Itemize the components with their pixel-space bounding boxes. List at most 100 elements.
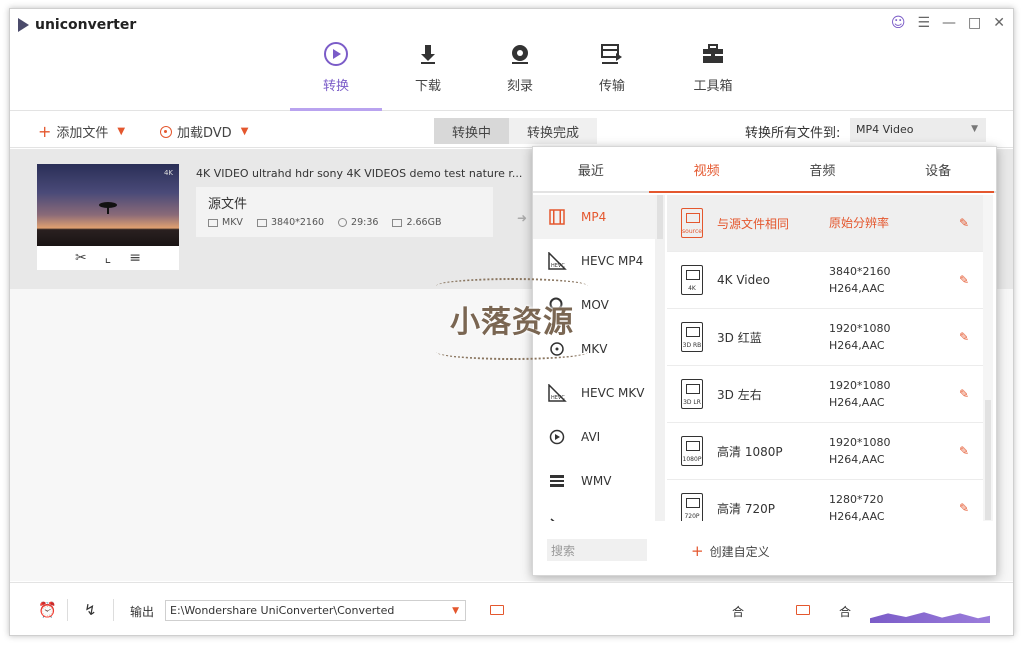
output-path-value: E:\Wondershare UniConverter\Converted	[170, 604, 395, 617]
preset-spec: 1920*1080 H264,AAC	[829, 320, 891, 354]
tab-video[interactable]: 视频	[649, 147, 765, 191]
video-thumbnail[interactable]: 4K	[37, 164, 179, 246]
plus-icon: +	[38, 122, 52, 141]
scrollbar-thumb[interactable]	[657, 195, 663, 239]
preset-codec: H264,AAC	[829, 510, 885, 521]
format-item-mp4[interactable]: MP4	[533, 195, 655, 239]
format-item-wmv[interactable]: WMV	[533, 459, 655, 503]
edit-icon[interactable]: ✎	[959, 501, 969, 515]
convert-all-button[interactable]	[870, 612, 990, 623]
plus-icon: +	[691, 542, 704, 560]
add-files-button[interactable]: + 添加文件 ▼	[38, 122, 125, 142]
format-list-scrollbar[interactable]	[655, 195, 665, 521]
format-search-input[interactable]: 搜索	[547, 539, 647, 561]
active-tab-underline	[649, 191, 994, 193]
crop-icon[interactable]: ⌞	[105, 250, 112, 266]
folder-open-icon[interactable]	[490, 605, 504, 615]
preset-same-as-source[interactable]: source 与源文件相同 原始分辨率 ✎	[667, 195, 983, 252]
folder-open-icon[interactable]	[796, 605, 810, 615]
edit-icon[interactable]: ✎	[959, 387, 969, 401]
preset-list-scrollbar[interactable]	[983, 195, 993, 521]
edit-icon[interactable]: ✎	[959, 273, 969, 287]
tab-transfer[interactable]: 传输	[566, 37, 658, 111]
preset-spec: 1280*720 H264,AAC	[829, 491, 885, 521]
format-item-partial[interactable]	[533, 503, 655, 521]
chevron-down-icon[interactable]: ▼	[117, 126, 125, 137]
format-item-avi[interactable]: AVI	[533, 415, 655, 459]
preset-resolution: 1920*1080	[829, 379, 891, 392]
tab-download[interactable]: 下载	[382, 37, 474, 111]
target-format-select[interactable]: MP4 Video ▼	[850, 118, 986, 142]
scrollbar-thumb[interactable]	[985, 400, 991, 520]
edit-icon[interactable]: ✎	[959, 444, 969, 458]
preset-spec: 1920*1080 H264,AAC	[829, 434, 891, 468]
disc-icon	[507, 41, 533, 67]
create-custom-button[interactable]: + 创建自定义	[691, 542, 770, 560]
preset-3d-left-right[interactable]: 3D LR 3D 左右 1920*1080 H264,AAC ✎	[667, 366, 983, 423]
create-custom-label: 创建自定义	[709, 544, 770, 559]
add-files-label: 添加文件	[56, 126, 109, 141]
tab-toolbox[interactable]: 工具箱	[658, 37, 768, 111]
preset-codec: H264,AAC	[829, 396, 885, 409]
app-logo: uniconverter	[18, 17, 136, 33]
chevron-down-icon[interactable]: ▼	[241, 126, 249, 137]
tab-burn-label: 刻录	[506, 79, 533, 94]
transfer-icon	[599, 41, 625, 67]
preset-name: 4K Video	[717, 273, 770, 287]
preset-name: 高清 1080P	[717, 444, 783, 459]
thumbnail-tools: ✂ ⌞ ≡	[37, 246, 179, 270]
format-panel: 最近 视频 音频 设备 MP4 HEVC HEVC MP4 MOV MKV HE…	[532, 146, 997, 576]
minimize-icon[interactable]: —	[942, 15, 956, 31]
tab-converting[interactable]: 转换中	[434, 118, 510, 144]
convert-all-label: 转换所有文件到:	[745, 126, 841, 141]
output-path-select[interactable]: E:\Wondershare UniConverter\Converted ▼	[165, 600, 466, 621]
tab-audio[interactable]: 音频	[765, 147, 881, 191]
film-icon	[208, 218, 218, 227]
lightning-icon[interactable]: ↯	[84, 601, 97, 619]
settings-sliders-icon[interactable]: ≡	[129, 250, 141, 266]
tab-recent[interactable]: 最近	[533, 147, 649, 191]
user-icon[interactable]: ☺	[891, 15, 906, 31]
load-dvd-button[interactable]: 加载DVD ▼	[160, 122, 248, 141]
preset-hd-1080p[interactable]: 1080P 高清 1080P 1920*1080 H264,AAC ✎	[667, 423, 983, 480]
3d-rb-badge-icon: 3D RB	[681, 322, 703, 352]
app-name: uniconverter	[35, 17, 137, 33]
tab-burn[interactable]: 刻录	[474, 37, 566, 111]
preset-resolution: 3840*2160	[829, 265, 891, 278]
edit-icon[interactable]: ✎	[959, 330, 969, 344]
4k-badge-icon: 4K	[681, 265, 703, 295]
tab-transfer-label: 传输	[598, 79, 625, 94]
preset-name: 3D 红蓝	[717, 330, 762, 345]
tab-converted[interactable]: 转换完成	[509, 118, 598, 144]
target-format-value: MP4 Video	[856, 123, 914, 136]
preset-4k[interactable]: 4K 4K Video 3840*2160 H264,AAC ✎	[667, 252, 983, 309]
resolution-icon	[256, 218, 267, 227]
window-controls: ☺ ☰ — □ ✕	[891, 15, 1005, 31]
preset-resolution: 1920*1080	[829, 322, 891, 335]
scissors-icon[interactable]: ✂	[75, 250, 87, 266]
svg-text:HEVC: HEVC	[551, 395, 565, 401]
size-value: 2.66GB	[406, 217, 442, 228]
format-label: HEVC MP4	[581, 254, 644, 268]
tab-download-label: 下载	[414, 79, 441, 94]
close-icon[interactable]: ✕	[993, 15, 1005, 31]
edit-icon[interactable]: ✎	[959, 216, 969, 230]
svg-text:HEVC: HEVC	[551, 263, 565, 269]
load-dvd-label: 加载DVD	[177, 126, 232, 141]
format-item-hevc-mkv[interactable]: HEVC HEVC MKV	[533, 371, 655, 415]
tab-device[interactable]: 设备	[880, 147, 996, 191]
wmv-icon	[547, 472, 567, 490]
divider	[67, 599, 68, 621]
alarm-clock-icon[interactable]: ⏰	[38, 601, 57, 619]
source-meta: MKV 3840*2160 29:36 2.66GB	[208, 217, 441, 228]
preset-3d-red-blue[interactable]: 3D RB 3D 红蓝 1920*1080 H264,AAC ✎	[667, 309, 983, 366]
format-label: AVI	[581, 430, 601, 444]
preset-list: source 与源文件相同 原始分辨率 ✎ 4K 4K Video 3840*2…	[667, 195, 983, 521]
maximize-icon[interactable]: □	[968, 15, 981, 31]
tab-convert[interactable]: 转换	[290, 37, 382, 111]
preset-hd-720p[interactable]: 720P 高清 720P 1280*720 H264,AAC ✎	[667, 480, 983, 521]
menu-icon[interactable]: ☰	[917, 15, 930, 31]
dvd-icon	[160, 125, 172, 138]
tab-toolbox-label: 工具箱	[693, 79, 733, 94]
format-meta: MKV	[208, 217, 243, 228]
